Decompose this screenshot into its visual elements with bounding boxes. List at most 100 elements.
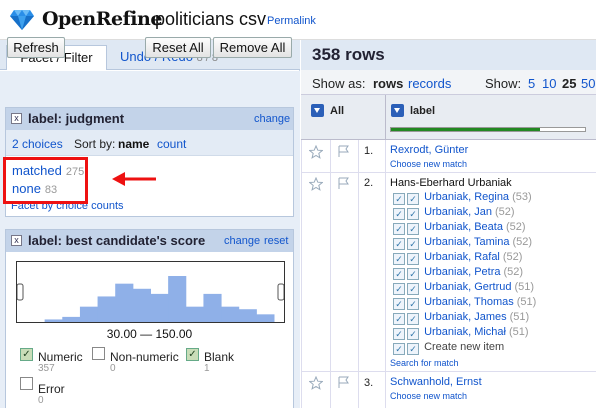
match-similar-icon[interactable]: ✓ xyxy=(407,238,419,250)
match-similar-icon[interactable]: ✓ xyxy=(407,298,419,310)
remove-all-button[interactable]: Remove All xyxy=(213,37,292,58)
candidate-name[interactable]: Urbaniak, James xyxy=(424,311,507,323)
score-histogram[interactable] xyxy=(16,261,285,323)
non-numeric-checkbox[interactable] xyxy=(92,347,105,360)
page-size-50[interactable]: 50 xyxy=(581,76,595,91)
candidate-name[interactable]: Urbaniak, Tamina xyxy=(424,236,509,248)
candidate-item[interactable]: ✓ ✓ Urbaniak, Regina (53) xyxy=(393,191,532,205)
match-this-icon[interactable]: ✓ xyxy=(393,283,405,295)
choose-new-match-link[interactable]: Choose new match xyxy=(390,391,467,401)
sort-by-name[interactable]: name xyxy=(118,137,149,151)
candidate-name[interactable]: Urbaniak, Jan xyxy=(424,206,492,218)
flag-icon[interactable] xyxy=(337,177,350,190)
candidate-score: (52) xyxy=(494,206,515,218)
star-icon[interactable] xyxy=(309,177,323,191)
page-size-5[interactable]: 5 xyxy=(528,76,535,91)
choices-summary[interactable]: 2 choices xyxy=(12,137,63,151)
create-new-icon[interactable]: ✓ xyxy=(393,343,405,355)
match-this-icon[interactable]: ✓ xyxy=(393,298,405,310)
candidate-name[interactable]: Urbaniak, Gertrud xyxy=(424,281,511,293)
candidate-item[interactable]: ✓ ✓ Urbaniak, Tamina (52) xyxy=(393,236,532,250)
match-this-icon[interactable]: ✓ xyxy=(393,253,405,265)
refresh-button[interactable]: Refresh xyxy=(7,37,65,58)
candidate-name[interactable]: Urbaniak, Rafal xyxy=(424,251,500,263)
create-similar-icon[interactable]: ✓ xyxy=(407,343,419,355)
candidate-score: (51) xyxy=(514,281,535,293)
match-similar-icon[interactable]: ✓ xyxy=(407,208,419,220)
candidate-item[interactable]: ✓ ✓ Urbaniak, Thomas (51) xyxy=(393,296,536,310)
blank-count: 1 xyxy=(204,363,210,374)
range-handle-left[interactable] xyxy=(16,283,24,301)
error-checkbox[interactable] xyxy=(20,377,33,390)
matched-entity-link[interactable]: Schwanhold, Ernst xyxy=(390,376,482,388)
match-similar-icon[interactable]: ✓ xyxy=(407,328,419,340)
candidate-name[interactable]: Urbaniak, Regina xyxy=(424,191,509,203)
highlight-box xyxy=(3,157,88,204)
match-this-icon[interactable]: ✓ xyxy=(393,208,405,220)
sort-by-count[interactable]: count xyxy=(157,137,186,151)
sort-by-label: Sort by: xyxy=(74,137,116,151)
rows-mode[interactable]: rows xyxy=(373,76,403,91)
match-similar-icon[interactable]: ✓ xyxy=(407,253,419,265)
candidate-item[interactable]: ✓ ✓ Urbaniak, Gertrud (51) xyxy=(393,281,534,295)
facet-change-link[interactable]: change xyxy=(224,235,260,247)
match-this-icon[interactable]: ✓ xyxy=(393,223,405,235)
facet-change-link[interactable]: change xyxy=(254,113,290,125)
facet-sort-bar: 2 choices Sort by: name count xyxy=(6,130,293,156)
star-icon[interactable] xyxy=(309,376,323,390)
all-dropdown-icon[interactable] xyxy=(311,104,324,117)
page-size-10[interactable]: 10 xyxy=(542,76,556,91)
match-similar-icon[interactable]: ✓ xyxy=(407,193,419,205)
reset-all-button[interactable]: Reset All xyxy=(145,37,211,58)
histogram-bar xyxy=(185,306,204,322)
search-for-match-link[interactable]: Search for match xyxy=(390,358,459,368)
match-this-icon[interactable]: ✓ xyxy=(393,268,405,280)
openrefine-diamond-logo-icon[interactable] xyxy=(10,9,34,31)
histogram-bar xyxy=(150,293,169,322)
create-new-label[interactable]: Create new item xyxy=(424,341,504,353)
match-this-icon[interactable]: ✓ xyxy=(393,313,405,325)
candidate-score: (51) xyxy=(508,326,529,338)
range-handle-right[interactable] xyxy=(277,283,285,301)
create-new-item[interactable]: ✓ ✓ Create new item xyxy=(393,341,504,355)
match-similar-icon[interactable]: ✓ xyxy=(407,313,419,325)
page-size-25[interactable]: 25 xyxy=(562,76,576,91)
candidate-name[interactable]: Urbaniak, Michał xyxy=(424,326,506,338)
candidate-name[interactable]: Urbaniak, Beata xyxy=(424,221,503,233)
non-numeric-count: 0 xyxy=(110,363,116,374)
blank-checkbox[interactable]: ✓ xyxy=(186,348,199,361)
match-similar-icon[interactable]: ✓ xyxy=(407,283,419,295)
flag-icon[interactable] xyxy=(337,376,350,389)
permalink-link[interactable]: Permalink xyxy=(267,15,316,27)
app-name[interactable]: OpenRefine xyxy=(42,8,162,30)
choose-new-match-link[interactable]: Choose new match xyxy=(390,159,467,169)
row-number: 3. xyxy=(364,377,374,389)
candidate-item[interactable]: ✓ ✓ Urbaniak, Petra (52) xyxy=(393,266,523,280)
records-mode-link[interactable]: records xyxy=(408,76,451,91)
candidate-item[interactable]: ✓ ✓ Urbaniak, James (51) xyxy=(393,311,529,325)
candidate-item[interactable]: ✓ ✓ Urbaniak, Jan (52) xyxy=(393,206,515,220)
candidate-item[interactable]: ✓ ✓ Urbaniak, Michał (51) xyxy=(393,326,529,340)
match-this-icon[interactable]: ✓ xyxy=(393,328,405,340)
match-this-icon[interactable]: ✓ xyxy=(393,238,405,250)
close-facet-icon[interactable]: x xyxy=(11,235,22,246)
facet-header: x label: best candidate's score change r… xyxy=(6,230,293,252)
match-similar-icon[interactable]: ✓ xyxy=(407,223,419,235)
close-facet-icon[interactable]: x xyxy=(11,113,22,124)
label-dropdown-icon[interactable] xyxy=(391,104,404,117)
candidate-item[interactable]: ✓ ✓ Urbaniak, Beata (52) xyxy=(393,221,526,235)
candidate-name[interactable]: Urbaniak, Thomas xyxy=(424,296,514,308)
project-name[interactable]: politicians csv xyxy=(155,9,266,30)
matched-entity-link[interactable]: Rexrodt, Günter xyxy=(390,144,468,156)
match-this-icon[interactable]: ✓ xyxy=(393,193,405,205)
facet-reset-link[interactable]: reset xyxy=(264,235,288,247)
flag-icon[interactable] xyxy=(337,145,350,158)
histogram-bar xyxy=(132,288,151,322)
candidate-score: (53) xyxy=(512,191,532,203)
candidate-name[interactable]: Urbaniak, Petra xyxy=(424,266,500,278)
candidate-item[interactable]: ✓ ✓ Urbaniak, Rafal (52) xyxy=(393,251,522,265)
numeric-checkbox[interactable]: ✓ xyxy=(20,348,33,361)
cell-value: Hans-Eberhard Urbaniak xyxy=(390,177,512,189)
match-similar-icon[interactable]: ✓ xyxy=(407,268,419,280)
star-icon[interactable] xyxy=(309,145,323,159)
